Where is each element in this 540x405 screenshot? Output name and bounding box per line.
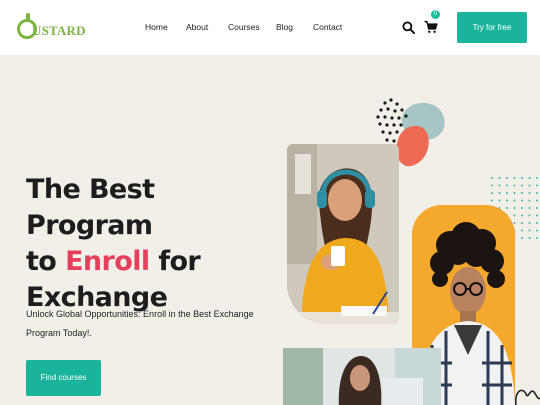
decorative-dot (528, 199, 531, 202)
decorative-dot (521, 207, 523, 209)
decorative-dot (498, 184, 501, 187)
hero-subtitle: Unlock Global Opportunities: Enroll in t… (26, 305, 256, 343)
decorative-dot (491, 184, 493, 187)
search-icon[interactable] (402, 21, 415, 34)
decorative-dot (513, 192, 516, 194)
decorative-dot (506, 184, 508, 187)
decorative-dot (513, 177, 516, 179)
decorative-dot (506, 207, 508, 209)
decorative-dot (528, 237, 531, 239)
decorative-dot (521, 237, 523, 239)
decorative-dot (536, 192, 538, 194)
decorative-dot (528, 222, 531, 224)
decorative-dot (513, 184, 516, 187)
hero-title-line2: to Enroll for (26, 244, 276, 280)
hero-title-for: for (149, 246, 201, 277)
decorative-dot (513, 214, 516, 217)
hero-title-line1: The Best Program (26, 174, 155, 241)
decorative-dot (536, 184, 538, 187)
nav-blog[interactable]: Blog (276, 22, 293, 32)
decorative-dot (506, 192, 508, 194)
decorative-dot (528, 229, 531, 232)
nav-home[interactable]: Home (145, 22, 168, 32)
decorative-dot (536, 237, 538, 239)
decorative-dot (498, 192, 501, 194)
cart-count-badge: 0 (431, 10, 440, 19)
decorative-dot (521, 199, 523, 202)
decorative-dot (521, 192, 523, 194)
decorative-dot (528, 184, 531, 187)
find-courses-button[interactable]: Find courses (26, 360, 101, 396)
decorative-dot (491, 177, 493, 179)
decorative-dot (513, 207, 516, 209)
hero-subtitle-line1: Unlock Global Opportunities: Enroll in t… (26, 309, 254, 319)
decorative-dot (521, 229, 523, 232)
logo-text: USTARD (32, 23, 86, 38)
nav-courses[interactable]: Courses (228, 22, 260, 32)
decorative-dot (528, 177, 531, 179)
hero-title: The Best Program to Enroll for Exchange (26, 172, 276, 316)
decorative-dot (491, 192, 493, 194)
site-header: USTARD Home About Courses Blog Contact 0… (0, 0, 540, 55)
decorative-dot (521, 177, 523, 179)
student-woman-photo (287, 144, 399, 324)
try-for-free-button[interactable]: Try for free (457, 12, 527, 43)
logo-leaf (26, 13, 30, 21)
decorative-dot (528, 192, 531, 194)
decorative-dot (513, 199, 516, 202)
cart-icon[interactable] (424, 20, 438, 34)
decorative-dot (536, 199, 538, 202)
hero-subtitle-line2: Program Today!. (26, 328, 92, 338)
decorative-dot (506, 199, 508, 202)
decorative-dot (536, 207, 538, 209)
decorative-dot (521, 214, 523, 217)
decorative-dot (536, 229, 538, 232)
logo[interactable]: USTARD (17, 13, 86, 43)
decorative-dot (498, 177, 501, 179)
decorative-dot (528, 207, 531, 209)
decorative-dot (506, 177, 508, 179)
decorative-dot (521, 184, 523, 187)
decorative-dot (536, 222, 538, 224)
hero-title-accent: Enroll (65, 246, 150, 277)
decorative-dot (491, 199, 493, 202)
nav-contact[interactable]: Contact (313, 22, 342, 32)
decorative-dot (498, 199, 501, 202)
decorative-dot (521, 222, 523, 224)
student-laptop-photo (283, 348, 441, 405)
decorative-dot (536, 214, 538, 217)
student-woman-illustration (287, 144, 399, 324)
hero-title-to: to (26, 246, 66, 277)
decorative-dot (536, 177, 538, 179)
decorative-dot (513, 222, 516, 224)
decorative-dot (528, 214, 531, 217)
student-laptop-illustration (283, 348, 441, 405)
nav-about[interactable]: About (186, 22, 208, 32)
